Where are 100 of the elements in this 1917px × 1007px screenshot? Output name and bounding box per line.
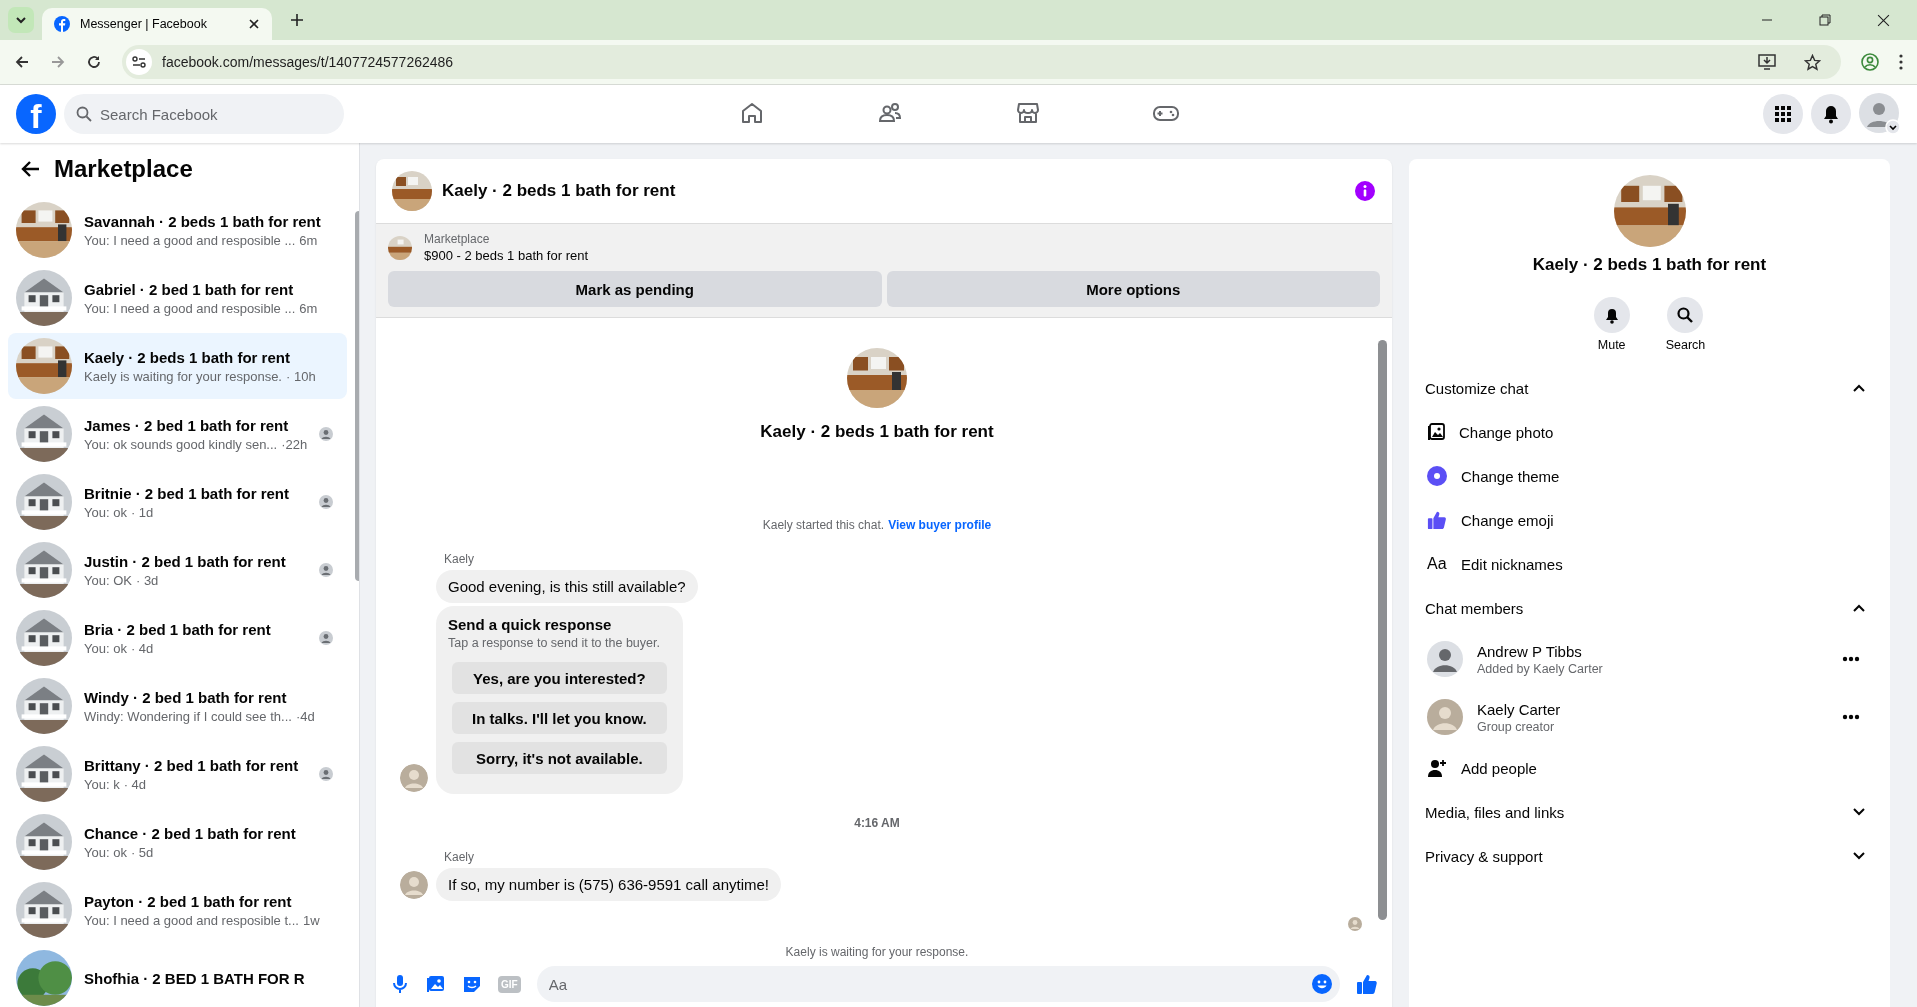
conversation-item[interactable]: Kaely · 2 beds 1 bath for rent Kaely is waiting for your response. · 10h [8, 333, 348, 399]
message-preview: Kaely is waiting for your response. [84, 368, 282, 384]
conversation-item[interactable]: Gabriel · 2 bed 1 bath for rent You: I need a good and resposible ... 6m [8, 265, 348, 331]
chat-title[interactable]: Kaely · 2 beds 1 bath for rent [442, 181, 676, 201]
tab-list-icon[interactable] [8, 7, 34, 33]
facebook-favicon-icon [54, 16, 70, 32]
conversation-item[interactable]: James · 2 bed 1 bath for rent You: ok sounds good kindly sen... ·22h [8, 401, 348, 467]
menu-icon[interactable] [1763, 94, 1803, 134]
more-icon[interactable] [1842, 714, 1860, 720]
option-label[interactable]: Edit nicknames [1461, 555, 1563, 573]
restore-icon[interactable] [1819, 14, 1831, 26]
facebook-logo[interactable]: f [16, 94, 56, 134]
forward-icon[interactable] [50, 54, 66, 70]
avatar-icon [1427, 699, 1463, 735]
member-role: Added by Kaely Carter [1477, 661, 1603, 676]
conversation-title: Kaely · 2 beds 1 bath for rent [84, 348, 291, 366]
quick-reply-button[interactable]: In talks. I'll let you know. [452, 702, 667, 734]
option-label[interactable]: Change emoji [1461, 511, 1554, 529]
bell-icon [1593, 297, 1630, 333]
member-role: Group creator [1477, 719, 1556, 734]
site-info-icon[interactable] [126, 49, 152, 75]
search-icon [76, 106, 92, 122]
conversation-item[interactable]: Justin · 2 bed 1 bath for rent You: OK · 3d [8, 537, 348, 603]
message-preview: You: OK [84, 572, 132, 588]
microphone-icon[interactable] [390, 974, 410, 994]
message-preview: You: I need a good and resposible t... [84, 912, 299, 928]
more-icon[interactable] [1899, 54, 1903, 70]
new-tab-icon[interactable] [290, 13, 304, 27]
close-window-icon[interactable] [1877, 13, 1890, 27]
install-app-icon[interactable] [1758, 54, 1776, 70]
chat-name: Kaely · 2 beds 1 bath for rent [1532, 255, 1767, 275]
account-avatar-icon[interactable] [1859, 93, 1901, 135]
conversation-item[interactable]: Britnie · 2 bed 1 bath for rent You: ok · 1d [8, 469, 348, 535]
chat-action-button[interactable]: Mute [1593, 297, 1630, 352]
message-time: ·22h [281, 436, 308, 452]
sticker-icon[interactable] [462, 974, 482, 994]
back-arrow-icon[interactable] [20, 160, 40, 178]
close-icon[interactable] [248, 18, 260, 30]
conversation-title: Chance · 2 bed 1 bath for rent [84, 824, 297, 842]
chat-intro-title: Kaely · 2 beds 1 bath for rent [760, 422, 994, 442]
nicknames-icon: Aa [1427, 555, 1447, 573]
browser-tab[interactable]: Messenger | Facebook [42, 8, 272, 40]
option-label[interactable]: Add people [1461, 759, 1537, 777]
theme-icon [1427, 466, 1447, 486]
message-bubble: Good evening, is this still available? [436, 570, 698, 603]
emoji-icon[interactable] [1312, 974, 1332, 994]
member-name[interactable]: Kaely Carter [1477, 700, 1561, 718]
section-header[interactable]: Privacy & support [1425, 834, 1874, 878]
thumbs-up-icon[interactable] [1356, 973, 1378, 995]
listing-price[interactable]: $900 - 2 beds 1 bath for rent [424, 248, 589, 263]
message-preview: You: I need a good and resposible ... [84, 232, 296, 248]
message-preview: You: k [84, 776, 120, 792]
avatar-icon [400, 764, 428, 792]
address-field[interactable]: facebook.com/messages/t/1407724577262486 [122, 45, 1841, 79]
conversation-item[interactable]: Brittany · 2 bed 1 bath for rent You: k · 4d [8, 741, 348, 807]
read-receipt-icon [1348, 917, 1362, 931]
option-label[interactable]: Change theme [1461, 467, 1560, 485]
listing-button[interactable]: Mark as pending [388, 271, 882, 307]
message-field[interactable]: Aa [536, 966, 1340, 1002]
back-icon[interactable] [14, 54, 30, 70]
conversation-item[interactable]: Payton · 2 bed 1 bath for rent You: I need a good and resposible t... 1w [8, 877, 348, 943]
listing-button[interactable]: More options [886, 271, 1380, 307]
conversation-title: Britnie · 2 bed 1 bath for rent [84, 484, 291, 502]
sender-name: Kaely [444, 552, 476, 566]
conversation-item[interactable]: Shofhia · 2 BED 1 BATH FOR R [8, 945, 348, 1007]
sender-name: Kaely [444, 850, 476, 864]
search-field[interactable]: Search Facebook [64, 94, 344, 134]
search-icon [1667, 297, 1704, 333]
option-label[interactable]: Change photo [1459, 423, 1554, 441]
listing-source: Marketplace [424, 232, 491, 246]
message-time: · 5d [130, 844, 154, 860]
conversation-title: Gabriel · 2 bed 1 bath for rent [84, 280, 295, 298]
buyer-profile-link[interactable]: View buyer profile [888, 518, 992, 532]
message-preview: Windy: Wondering if I could see th... [84, 708, 292, 724]
message-time: · 10h [286, 368, 316, 384]
section-header[interactable]: Chat members [1425, 586, 1874, 630]
message-bubble: If so, my number is (575) 636-9591 call anytime! [436, 868, 781, 901]
avatar-icon [400, 871, 428, 899]
conversation-title: Payton · 2 bed 1 bath for rent [84, 892, 293, 910]
notifications-icon[interactable] [1811, 94, 1851, 134]
message-time: ·4d [295, 708, 315, 724]
conversation-item[interactable]: Chance · 2 bed 1 bath for rent You: ok · 5d [8, 809, 348, 875]
conversation-title: Windy · 2 bed 1 bath for rent [84, 688, 288, 706]
chat-action-button[interactable]: Search [1665, 297, 1706, 352]
reload-icon[interactable] [86, 54, 102, 70]
profile-icon[interactable] [1861, 53, 1879, 71]
quick-reply-button[interactable]: Yes, are you interested? [452, 662, 667, 694]
conversation-item[interactable]: Bria · 2 bed 1 bath for rent You: ok · 4d [8, 605, 348, 671]
conversation-item[interactable]: Windy · 2 bed 1 bath for rent Windy: Wondering if I could see th... ·4d [8, 673, 348, 739]
section-header[interactable]: Customize chat [1425, 366, 1874, 410]
member-name[interactable]: Andrew P Tibbs [1477, 642, 1603, 660]
section-header[interactable]: Media, files and links [1425, 790, 1874, 834]
info-icon[interactable] [1354, 180, 1376, 202]
bookmark-star-icon[interactable] [1804, 53, 1821, 71]
more-icon[interactable] [1842, 656, 1860, 662]
conversation-item[interactable]: Savannah · 2 beds 1 bath for rent You: I need a good and resposible ... 6m [8, 197, 348, 263]
conversation-title: Justin · 2 bed 1 bath for rent [84, 552, 287, 570]
gallery-icon[interactable] [426, 974, 446, 994]
system-message: Kaely started this chat. [762, 518, 885, 532]
quick-reply-button[interactable]: Sorry, it's not available. [452, 742, 667, 774]
